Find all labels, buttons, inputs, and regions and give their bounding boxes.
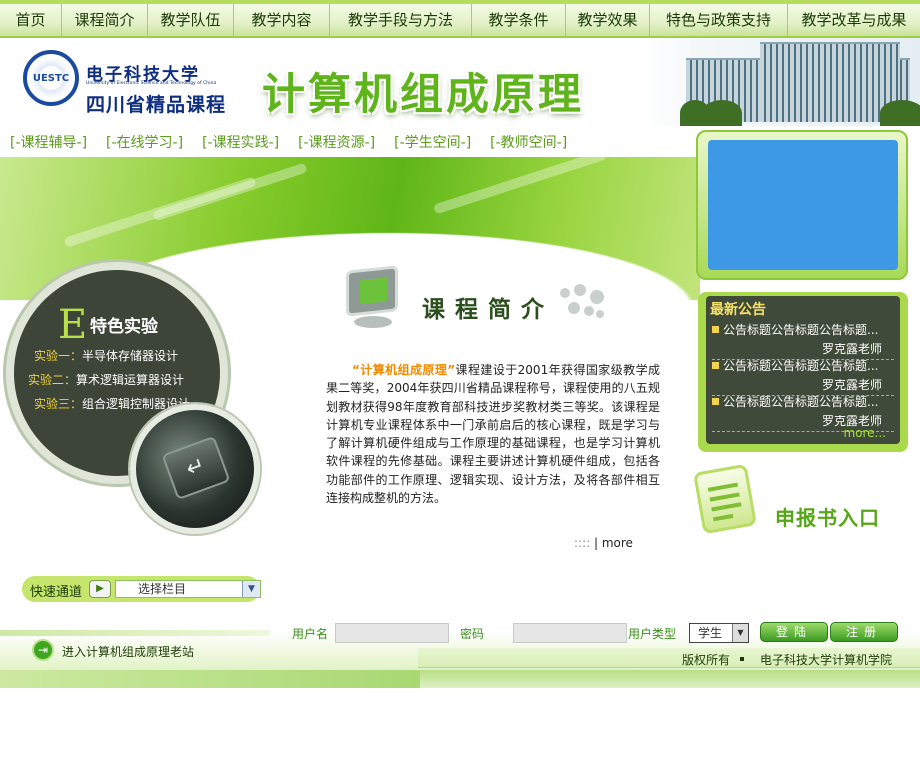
old-site-label: 进入计算机组成原理老站: [62, 645, 195, 659]
password-label: 密码: [460, 627, 485, 641]
username-input[interactable]: [335, 623, 449, 643]
subnav-teacher-space[interactable]: [-教师空间-]: [490, 132, 567, 152]
report-entry-label: 申报书入口: [775, 506, 880, 530]
notice-item[interactable]: 公告标题公告标题公告标题... 罗克露老师: [712, 321, 894, 360]
footer-curve: [0, 630, 270, 636]
notice-item-title: 公告标题公告标题公告标题...: [723, 323, 879, 337]
subnav-course-resources[interactable]: [-课程资源-]: [298, 132, 375, 152]
subnav-course-tutoring[interactable]: [-课程辅导-]: [10, 132, 87, 152]
subnav-course-practice[interactable]: [-课程实践-]: [202, 132, 279, 152]
feature-letter-icon: E: [58, 302, 88, 348]
usertype-label: 用户类型: [628, 627, 677, 641]
subnav-online-learning[interactable]: [-在线学习-]: [106, 132, 183, 152]
nav-reform-results[interactable]: 教学改革与成果: [788, 4, 920, 36]
experiment-label: 实验一：: [34, 349, 83, 363]
sub-nav: [-课程辅导-] [-在线学习-] [-课程实践-] [-课程资源-] [-学生…: [10, 132, 567, 152]
quick-channel: 快速通道 ▶ 选择栏目 ▼: [22, 576, 261, 602]
experiment-name: 算术逻辑运算器设计: [76, 373, 185, 387]
notice-list: 最新公告 公告标题公告标题公告标题... 罗克露老师 公告标题公告标题公告标题..…: [706, 296, 900, 444]
copyright-label: 版权所有: [682, 653, 731, 667]
nav-teaching-effect[interactable]: 教学效果: [566, 4, 650, 36]
intro-more-link[interactable]: :::: | more: [574, 536, 633, 550]
province-course-label: 四川省精品课程: [86, 94, 227, 116]
password-input[interactable]: [513, 623, 627, 643]
intro-body: 课程建设于2001年获得国家级教学成果二等奖，2004年获四川省精品课程称号，课…: [326, 363, 660, 506]
organization-label: 电子科技大学计算机学院: [760, 653, 893, 667]
feature-title: 特色实验: [90, 317, 158, 337]
dropdown-arrow-icon: ▼: [242, 581, 260, 597]
usertype-value: 学生: [698, 626, 723, 640]
notice-item-title: 公告标题公告标题公告标题...: [723, 395, 879, 409]
experiment-label: 实验三：: [34, 397, 83, 411]
logo-abbr: UESTC: [32, 72, 70, 84]
intro-highlight: “计算机组成原理”: [352, 363, 456, 377]
more-prefix: ::::: [574, 536, 591, 550]
media-screen[interactable]: [708, 140, 898, 270]
keyboard-key-image: ↵: [130, 404, 260, 534]
nav-teaching-content[interactable]: 教学内容: [234, 4, 330, 36]
usertype-select[interactable]: 学生 ▼: [689, 623, 749, 643]
nav-home[interactable]: 首页: [0, 4, 62, 36]
document-pencil-icon: [693, 463, 757, 535]
more-label: more: [601, 536, 633, 550]
enter-arrow-icon: ⇥: [32, 639, 54, 661]
dropdown-arrow-icon: ▼: [732, 624, 748, 642]
header: UESTC 电子科技大学 University of Electronic Sc…: [0, 38, 920, 126]
nav-features-policy[interactable]: 特色与政策支持: [650, 4, 788, 36]
bullet-icon: [712, 326, 719, 333]
nav-teaching-methods[interactable]: 教学手段与方法: [330, 4, 472, 36]
course-title: 计算机组成原理: [262, 70, 584, 120]
report-entry[interactable]: 申报书入口: [690, 462, 890, 542]
university-name-en: University of Electronic Science and Tec…: [86, 81, 217, 86]
bullet-icon: [712, 362, 719, 369]
intro-title: 课程简介: [422, 296, 554, 323]
notice-title: 最新公告: [710, 302, 766, 318]
experiment-label: 实验二：: [28, 373, 77, 387]
enter-key-icon: ↵: [161, 435, 231, 501]
nav-teaching-team[interactable]: 教学队伍: [148, 4, 234, 36]
notice-more-link[interactable]: more...: [843, 426, 886, 440]
dots-decoration-icon: [556, 282, 608, 326]
section-select-value: 选择栏目: [138, 582, 187, 596]
notice-item-title: 公告标题公告标题公告标题...: [723, 359, 879, 373]
monitor-icon: [340, 264, 412, 336]
nav-teaching-conditions[interactable]: 教学条件: [472, 4, 566, 36]
notice-item[interactable]: 公告标题公告标题公告标题... 罗克露老师: [712, 357, 894, 396]
media-screen-frame: [696, 130, 908, 280]
footer-bottom-band: [0, 670, 920, 688]
play-arrow-icon[interactable]: ▶: [89, 580, 111, 598]
top-nav: 首页 课程简介 教学队伍 教学内容 教学手段与方法 教学条件 教学效果 特色与政…: [0, 0, 920, 38]
university-logo: UESTC: [23, 50, 79, 106]
experiment-link-2[interactable]: 实验二：算术逻辑运算器设计: [28, 371, 184, 388]
bullet-icon: [712, 398, 719, 405]
experiment-name: 半导体存储器设计: [82, 349, 179, 363]
notice-panel: 最新公告 公告标题公告标题公告标题... 罗克露老师 公告标题公告标题公告标题..…: [698, 292, 908, 452]
login-button[interactable]: 登陆: [760, 622, 828, 642]
username-label: 用户名: [292, 627, 329, 641]
subnav-student-space[interactable]: [-学生空间-]: [394, 132, 471, 152]
section-select[interactable]: 选择栏目 ▼: [115, 580, 261, 598]
intro-text: “计算机组成原理”课程建设于2001年获得国家级教学成果二等奖，2004年获四川…: [326, 361, 660, 507]
quick-channel-label: 快速通道: [30, 585, 83, 600]
experiment-link-1[interactable]: 实验一：半导体存储器设计: [34, 347, 178, 364]
nav-course-intro[interactable]: 课程简介: [62, 4, 148, 36]
register-button[interactable]: 注册: [830, 622, 898, 642]
campus-building-image: [640, 38, 920, 126]
separator-dot: [740, 657, 744, 661]
